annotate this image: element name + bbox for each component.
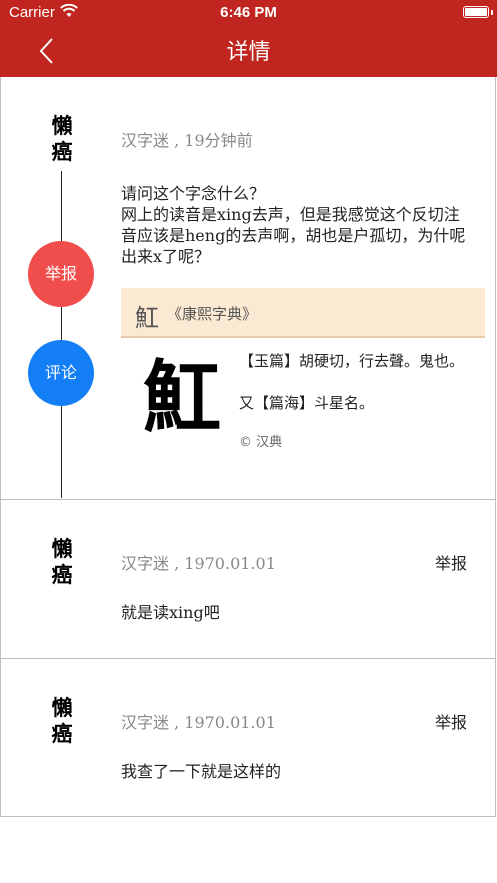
reply-meta: 汉字迷 , 1970.01.01: [121, 554, 276, 573]
report-button[interactable]: 举报: [28, 241, 94, 307]
report-button[interactable]: 举报: [435, 709, 467, 733]
avatar[interactable]: 懶癌: [49, 113, 75, 167]
avatar[interactable]: 懶癌: [49, 536, 75, 590]
status-bar: Carrier 6:46 PM: [0, 0, 497, 26]
content-line: 网上的读音是xing去声，但是我感觉这个反切注: [121, 205, 460, 224]
timeline-line: [61, 171, 62, 498]
reply-meta: 汉字迷 , 1970.01.01: [121, 713, 276, 732]
dictionary-definition: 【玉篇】胡硬切，行去聲。鬼也。: [239, 352, 465, 370]
reply-content: 就是读xing吧: [121, 603, 220, 622]
navigation-bar: Carrier 6:46 PM 详情: [0, 0, 497, 77]
post-card: 懶癌 汉字迷 , 19分钟前 请问这个字念什么？ 网上的读音是xing去声，但是…: [0, 77, 496, 500]
post-content: 请问这个字念什么？ 网上的读音是xing去声，但是我感觉这个反切注 音应该是he…: [121, 183, 465, 267]
report-button[interactable]: 举报: [435, 550, 467, 574]
dictionary-source: © 汉典: [239, 435, 283, 450]
dictionary-header-char: 魟: [135, 304, 159, 332]
content-line: 音应该是heng的去声啊，胡也是户孤切，为什呢: [121, 226, 466, 245]
reply-card: 懶癌 汉字迷 , 1970.01.01 举报 我查了一下就是这样的: [0, 658, 496, 817]
reply-card: 懶癌 汉字迷 , 1970.01.01 举报 就是读xing吧: [0, 499, 496, 659]
dictionary-image[interactable]: 魟 《康熙字典》 魟 【玉篇】胡硬切，行去聲。鬼也。 又【篇海】斗星名。 © 汉…: [121, 288, 485, 450]
dictionary-header: 魟 《康熙字典》: [121, 288, 485, 338]
post-meta: 汉字迷 , 19分钟前: [121, 131, 253, 150]
battery-tip: [491, 10, 493, 15]
comment-button[interactable]: 评论: [28, 340, 94, 406]
content-line: 请问这个字念什么？: [121, 184, 266, 203]
page-title: 详情: [226, 40, 271, 65]
content-line: 出来x了呢？: [121, 247, 211, 266]
dictionary-book-name: 《康熙字典》: [167, 305, 258, 323]
dictionary-definition: 又【篇海】斗星名。: [239, 394, 375, 412]
avatar[interactable]: 懶癌: [49, 695, 75, 749]
battery-icon: [463, 6, 489, 18]
reply-content: 我查了一下就是这样的: [121, 762, 282, 781]
clock: 6:46 PM: [220, 4, 277, 21]
dictionary-big-char: 魟: [143, 352, 222, 443]
